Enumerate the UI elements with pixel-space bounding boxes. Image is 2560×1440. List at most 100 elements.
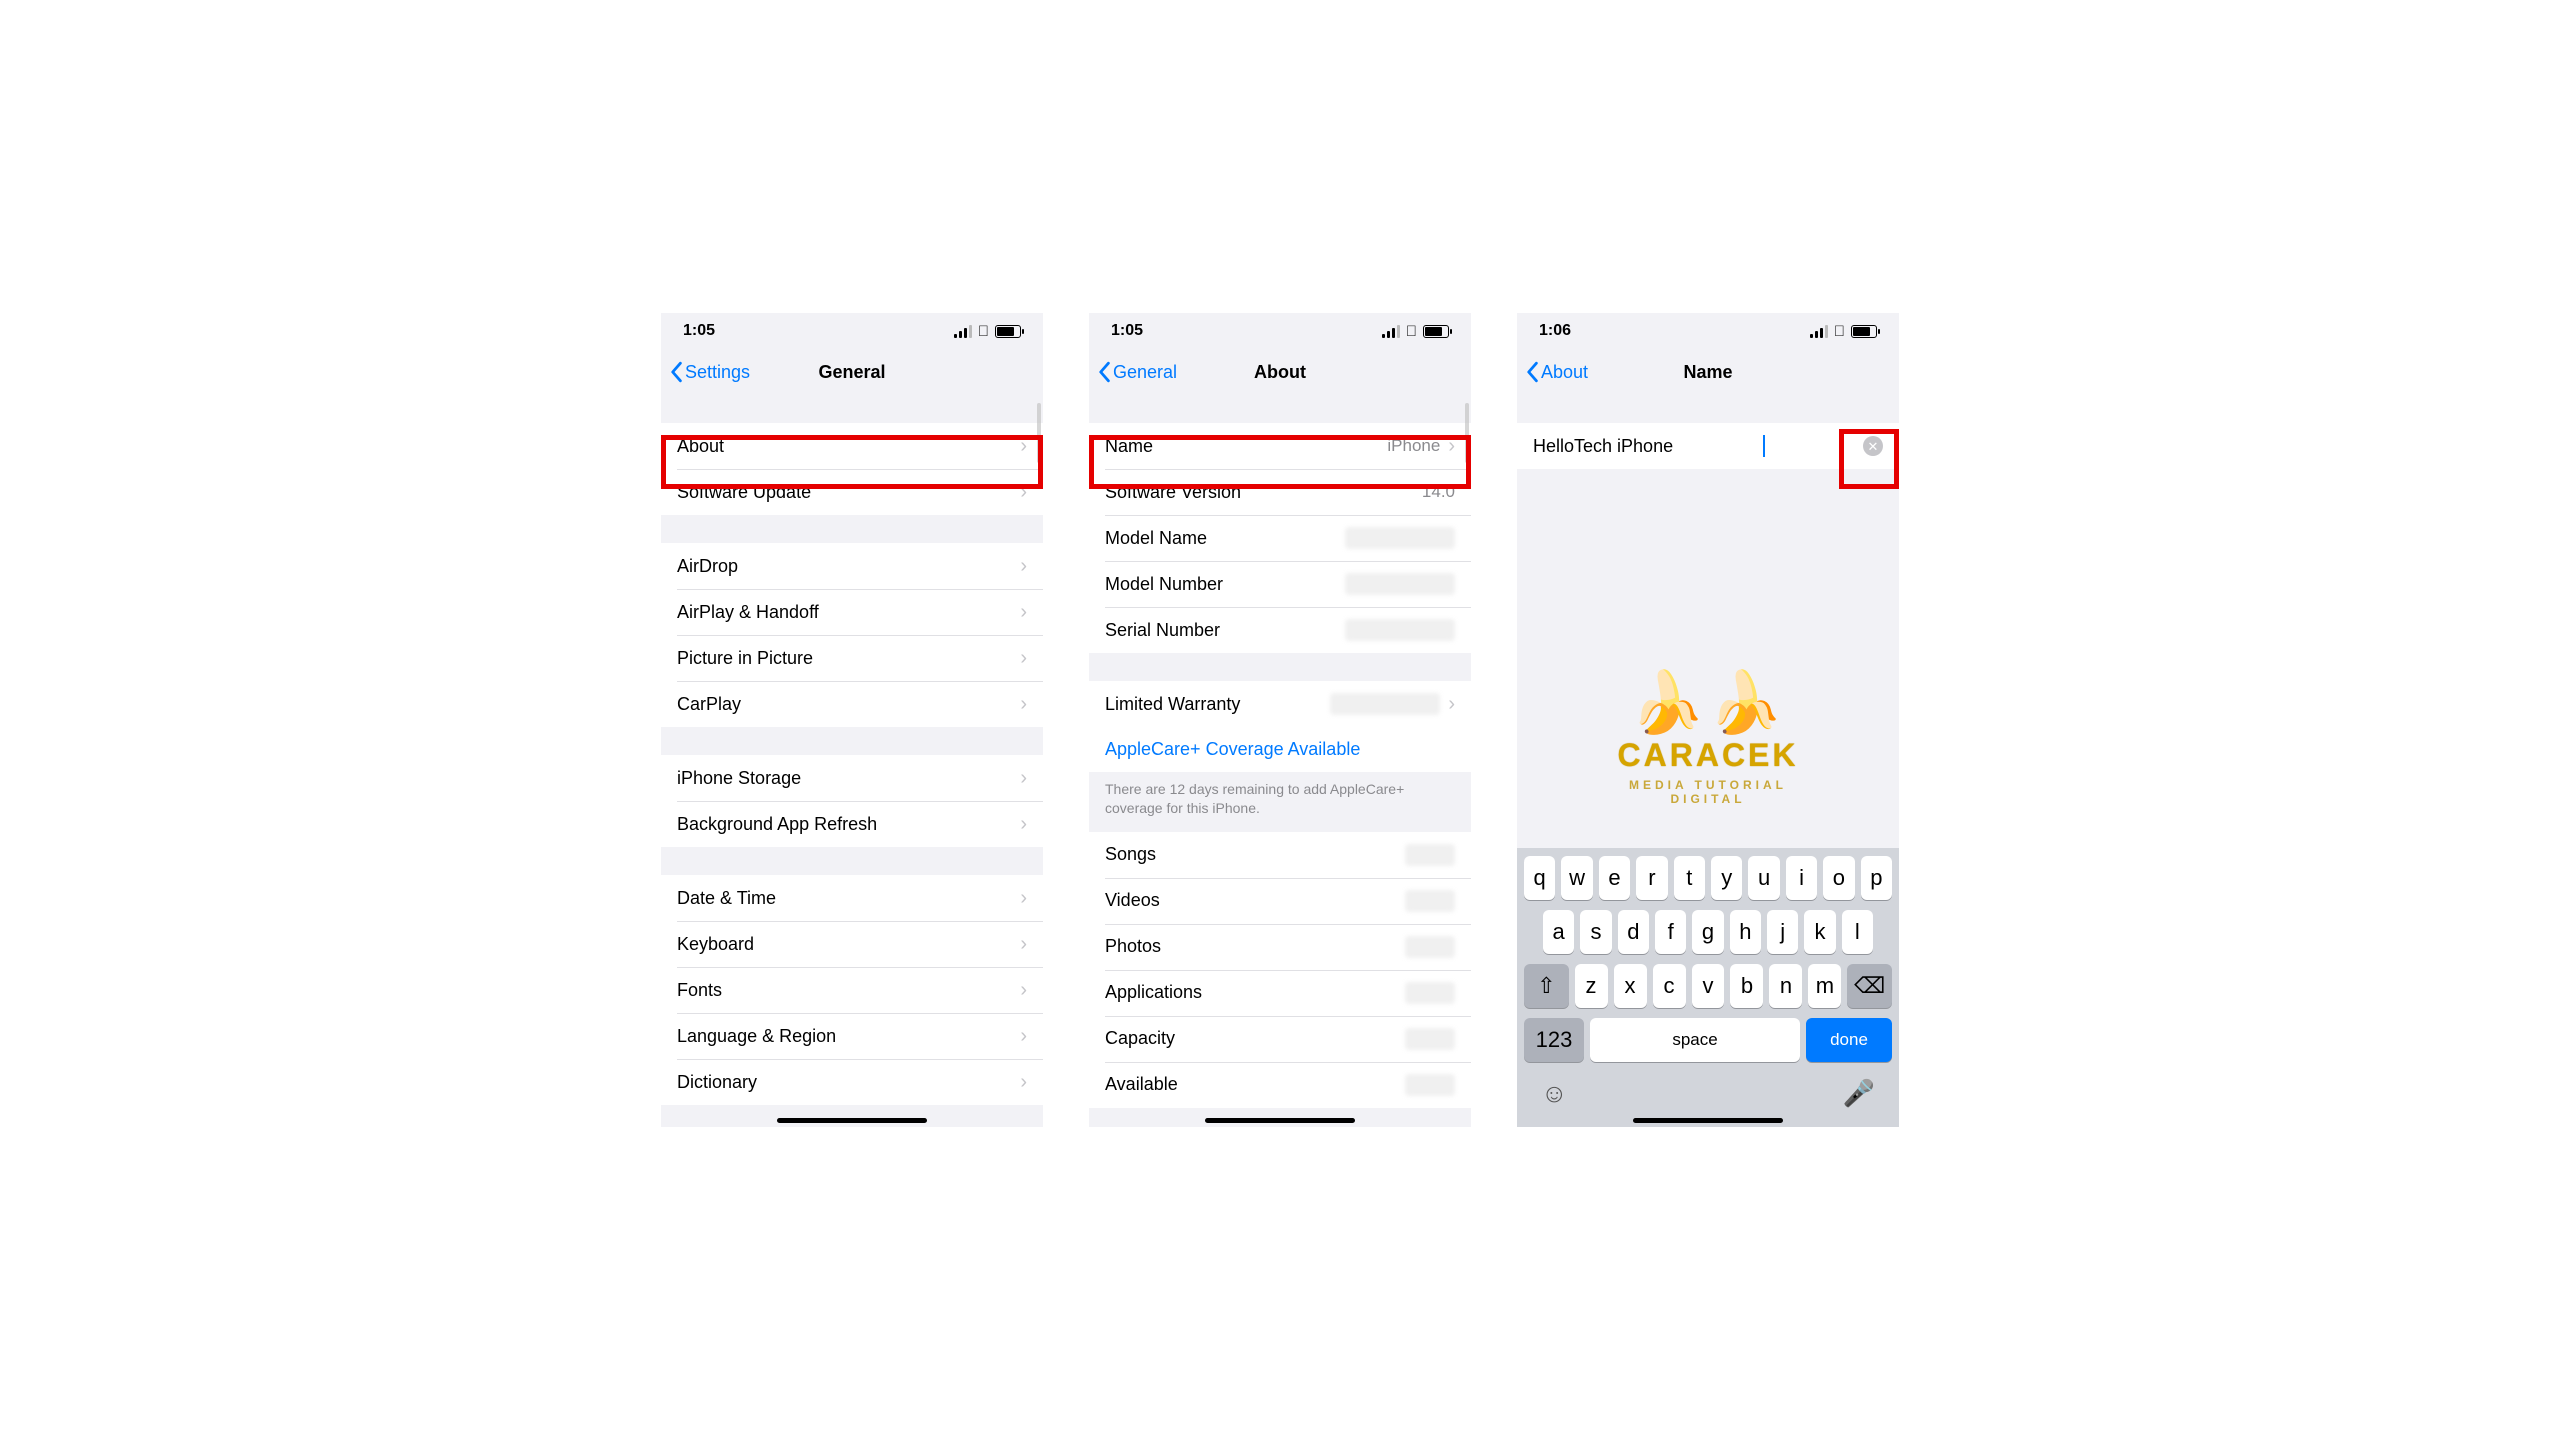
status-bar: 1:05 􀙇 — [661, 313, 1043, 349]
row-value: 14.0 — [1422, 482, 1455, 502]
key-m[interactable]: m — [1808, 964, 1841, 1008]
key-space[interactable]: space — [1590, 1018, 1800, 1062]
row-available[interactable]: Available — [1089, 1062, 1471, 1108]
key-j[interactable]: j — [1767, 910, 1798, 954]
scrollbar[interactable] — [1465, 403, 1469, 463]
row-label: Software Version — [1105, 482, 1241, 503]
row-capacity[interactable]: Capacity — [1089, 1016, 1471, 1062]
row-photos[interactable]: Photos — [1089, 924, 1471, 970]
battery-icon — [995, 325, 1021, 338]
row-model-name[interactable]: Model Name — [1089, 515, 1471, 561]
key-123[interactable]: 123 — [1524, 1018, 1584, 1062]
redacted-value — [1345, 527, 1455, 549]
row-label: Songs — [1105, 844, 1156, 865]
row-about[interactable]: About › — [661, 423, 1043, 469]
clock: 1:05 — [1111, 322, 1143, 340]
key-q[interactable]: q — [1524, 856, 1555, 900]
row-applecare[interactable]: AppleCare+ Coverage Available — [1089, 727, 1471, 772]
row-keyboard[interactable]: Keyboard› — [661, 921, 1043, 967]
key-u[interactable]: u — [1748, 856, 1779, 900]
redacted-value — [1345, 619, 1455, 641]
key-h[interactable]: h — [1730, 910, 1761, 954]
row-label: About — [677, 436, 724, 457]
redacted-value — [1405, 936, 1455, 958]
key-a[interactable]: a — [1543, 910, 1574, 954]
key-s[interactable]: s — [1580, 910, 1611, 954]
chevron-right-icon: › — [1020, 647, 1027, 670]
row-datetime[interactable]: Date & Time› — [661, 875, 1043, 921]
row-bg-refresh[interactable]: Background App Refresh› — [661, 801, 1043, 847]
row-label: Limited Warranty — [1105, 694, 1240, 715]
key-c[interactable]: c — [1653, 964, 1686, 1008]
three-phone-stage: 1:05 􀙇 Settings General About › Software… — [610, 313, 1950, 1127]
key-w[interactable]: w — [1561, 856, 1592, 900]
mic-icon[interactable]: 🎤 — [1843, 1078, 1875, 1109]
row-airplay[interactable]: AirPlay & Handoff› — [661, 589, 1043, 635]
key-v[interactable]: v — [1692, 964, 1725, 1008]
row-language[interactable]: Language & Region› — [661, 1013, 1043, 1059]
key-f[interactable]: f — [1655, 910, 1686, 954]
key-k[interactable]: k — [1804, 910, 1835, 954]
key-e[interactable]: e — [1599, 856, 1630, 900]
key-d[interactable]: d — [1618, 910, 1649, 954]
cellular-icon — [1382, 325, 1400, 338]
row-name[interactable]: Name iPhone › — [1089, 423, 1471, 469]
redacted-value — [1405, 1074, 1455, 1096]
row-label: Software Update — [677, 482, 811, 503]
chevron-right-icon: › — [1020, 1071, 1027, 1094]
scrollbar[interactable] — [1037, 403, 1041, 463]
row-label: Background App Refresh — [677, 814, 877, 835]
key-done[interactable]: done — [1806, 1018, 1892, 1062]
status-icons: 􀙇 — [1810, 323, 1877, 340]
redacted-value — [1330, 693, 1440, 715]
home-indicator[interactable] — [777, 1118, 927, 1123]
back-button[interactable]: General — [1089, 361, 1177, 383]
key-shift[interactable]: ⇧ — [1524, 964, 1569, 1008]
row-label: AirDrop — [677, 556, 738, 577]
row-sw-version[interactable]: Software Version 14.0 — [1089, 469, 1471, 515]
row-storage[interactable]: iPhone Storage› — [661, 755, 1043, 801]
group-airdrop: AirDrop› AirPlay & Handoff› Picture in P… — [661, 543, 1043, 727]
row-fonts[interactable]: Fonts› — [661, 967, 1043, 1013]
key-i[interactable]: i — [1786, 856, 1817, 900]
back-label: General — [1113, 362, 1177, 383]
row-software-update[interactable]: Software Update › — [661, 469, 1043, 515]
name-input-row[interactable]: ✕ — [1517, 423, 1899, 469]
row-serial[interactable]: Serial Number — [1089, 607, 1471, 653]
key-y[interactable]: y — [1711, 856, 1742, 900]
home-indicator[interactable] — [1633, 1118, 1783, 1123]
row-warranty[interactable]: Limited Warranty › — [1089, 681, 1471, 727]
cellular-icon — [954, 325, 972, 338]
row-dictionary[interactable]: Dictionary› — [661, 1059, 1043, 1105]
row-carplay[interactable]: CarPlay› — [661, 681, 1043, 727]
row-apps[interactable]: Applications — [1089, 970, 1471, 1016]
row-label: Picture in Picture — [677, 648, 813, 669]
row-songs[interactable]: Songs — [1089, 832, 1471, 878]
back-button[interactable]: About — [1517, 361, 1588, 383]
row-label: Applications — [1105, 982, 1202, 1003]
row-pip[interactable]: Picture in Picture › — [661, 635, 1043, 681]
key-b[interactable]: b — [1730, 964, 1763, 1008]
row-label: Model Number — [1105, 574, 1223, 595]
key-t[interactable]: t — [1674, 856, 1705, 900]
keyboard-footer: ☺ 🎤 — [1521, 1072, 1895, 1121]
chevron-right-icon: › — [1020, 435, 1027, 458]
clear-icon[interactable]: ✕ — [1863, 436, 1883, 456]
row-airdrop[interactable]: AirDrop› — [661, 543, 1043, 589]
row-model-number[interactable]: Model Number — [1089, 561, 1471, 607]
key-n[interactable]: n — [1769, 964, 1802, 1008]
key-r[interactable]: r — [1636, 856, 1667, 900]
key-backspace[interactable]: ⌫ — [1847, 964, 1892, 1008]
phone-general: 1:05 􀙇 Settings General About › Software… — [661, 313, 1043, 1127]
key-p[interactable]: p — [1861, 856, 1892, 900]
emoji-icon[interactable]: ☺ — [1541, 1078, 1568, 1109]
name-input[interactable] — [1533, 436, 1765, 457]
home-indicator[interactable] — [1205, 1118, 1355, 1123]
key-l[interactable]: l — [1842, 910, 1873, 954]
key-o[interactable]: o — [1823, 856, 1854, 900]
key-z[interactable]: z — [1575, 964, 1608, 1008]
key-g[interactable]: g — [1692, 910, 1723, 954]
back-button[interactable]: Settings — [661, 361, 750, 383]
row-videos[interactable]: Videos — [1089, 878, 1471, 924]
key-x[interactable]: x — [1614, 964, 1647, 1008]
